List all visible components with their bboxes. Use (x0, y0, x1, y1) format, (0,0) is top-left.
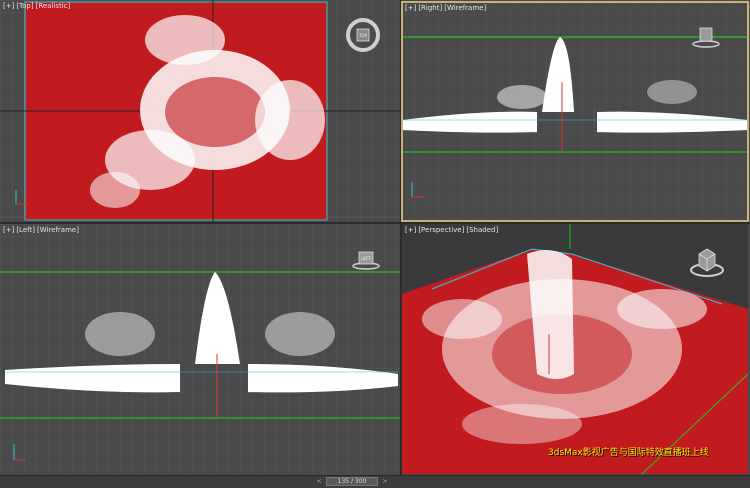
prev-frame-button[interactable]: < (314, 477, 324, 486)
viewport-left-label[interactable]: [+] [Left] [Wireframe] (3, 226, 81, 234)
navcube-top[interactable]: TOP (345, 17, 381, 53)
viewport-top[interactable]: [+] [Top] [Realistic] TOP (0, 0, 400, 222)
viewport-mode-label[interactable]: [Realistic] (36, 2, 71, 10)
viewport-perspective-label[interactable]: [+] [Perspective] [Shaded] (405, 226, 500, 234)
viewcube-icon (692, 27, 720, 48)
navcube-right[interactable] (690, 22, 722, 50)
viewport-left-canvas (0, 224, 400, 474)
frame-counter: 135 / 300 (337, 478, 367, 485)
viewport-top-canvas (0, 0, 400, 222)
viewport-right[interactable]: [+] [Right] [Wireframe] (402, 2, 748, 221)
navcube-top-text: TOP (358, 33, 368, 38)
navcube-perspective[interactable] (688, 242, 726, 280)
viewport-view-label[interactable]: [Top] (16, 2, 33, 10)
viewport-left[interactable]: [+] [Left] [Wireframe] LEFT (0, 224, 400, 474)
navcube-left[interactable]: LEFT (350, 246, 382, 272)
viewport-divider-vertical[interactable] (400, 0, 402, 475)
viewcube-icon: LEFT (352, 251, 380, 270)
watermark-text: 3dsMax影视广告与国际特效直播班上线 (548, 448, 709, 458)
viewport-right-label[interactable]: [+] [Right] [Wireframe] (405, 4, 488, 12)
viewport-menu-tag[interactable]: [+] (405, 226, 416, 234)
time-slider-thumb[interactable]: 135 / 300 (326, 477, 378, 486)
viewport-view-label[interactable]: [Perspective] (418, 226, 464, 234)
viewport-menu-tag[interactable]: [+] (405, 4, 416, 12)
viewport-mode-label[interactable]: [Wireframe] (444, 4, 486, 12)
viewport-perspective[interactable]: [+] [Perspective] [Shaded] 3dsMax影视广告与国际特效… (402, 224, 748, 474)
next-frame-button[interactable]: > (380, 477, 390, 486)
viewcube-icon: TOP (346, 18, 380, 52)
viewport-menu-tag[interactable]: [+] (3, 226, 14, 234)
time-slider-bar[interactable]: < 135 / 300 > (0, 475, 750, 488)
viewport-view-label[interactable]: [Left] (16, 226, 35, 234)
viewport-divider-horizontal[interactable] (0, 222, 750, 224)
navcube-left-text: LEFT (361, 256, 371, 261)
viewport-mode-label[interactable]: [Wireframe] (37, 226, 79, 234)
viewcube-icon (690, 248, 724, 277)
viewport-view-label[interactable]: [Right] (418, 4, 442, 12)
viewport-menu-tag[interactable]: [+] (3, 2, 14, 10)
viewport-mode-label[interactable]: [Shaded] (466, 226, 498, 234)
viewport-top-label[interactable]: [+] [Top] [Realistic] (3, 2, 72, 10)
